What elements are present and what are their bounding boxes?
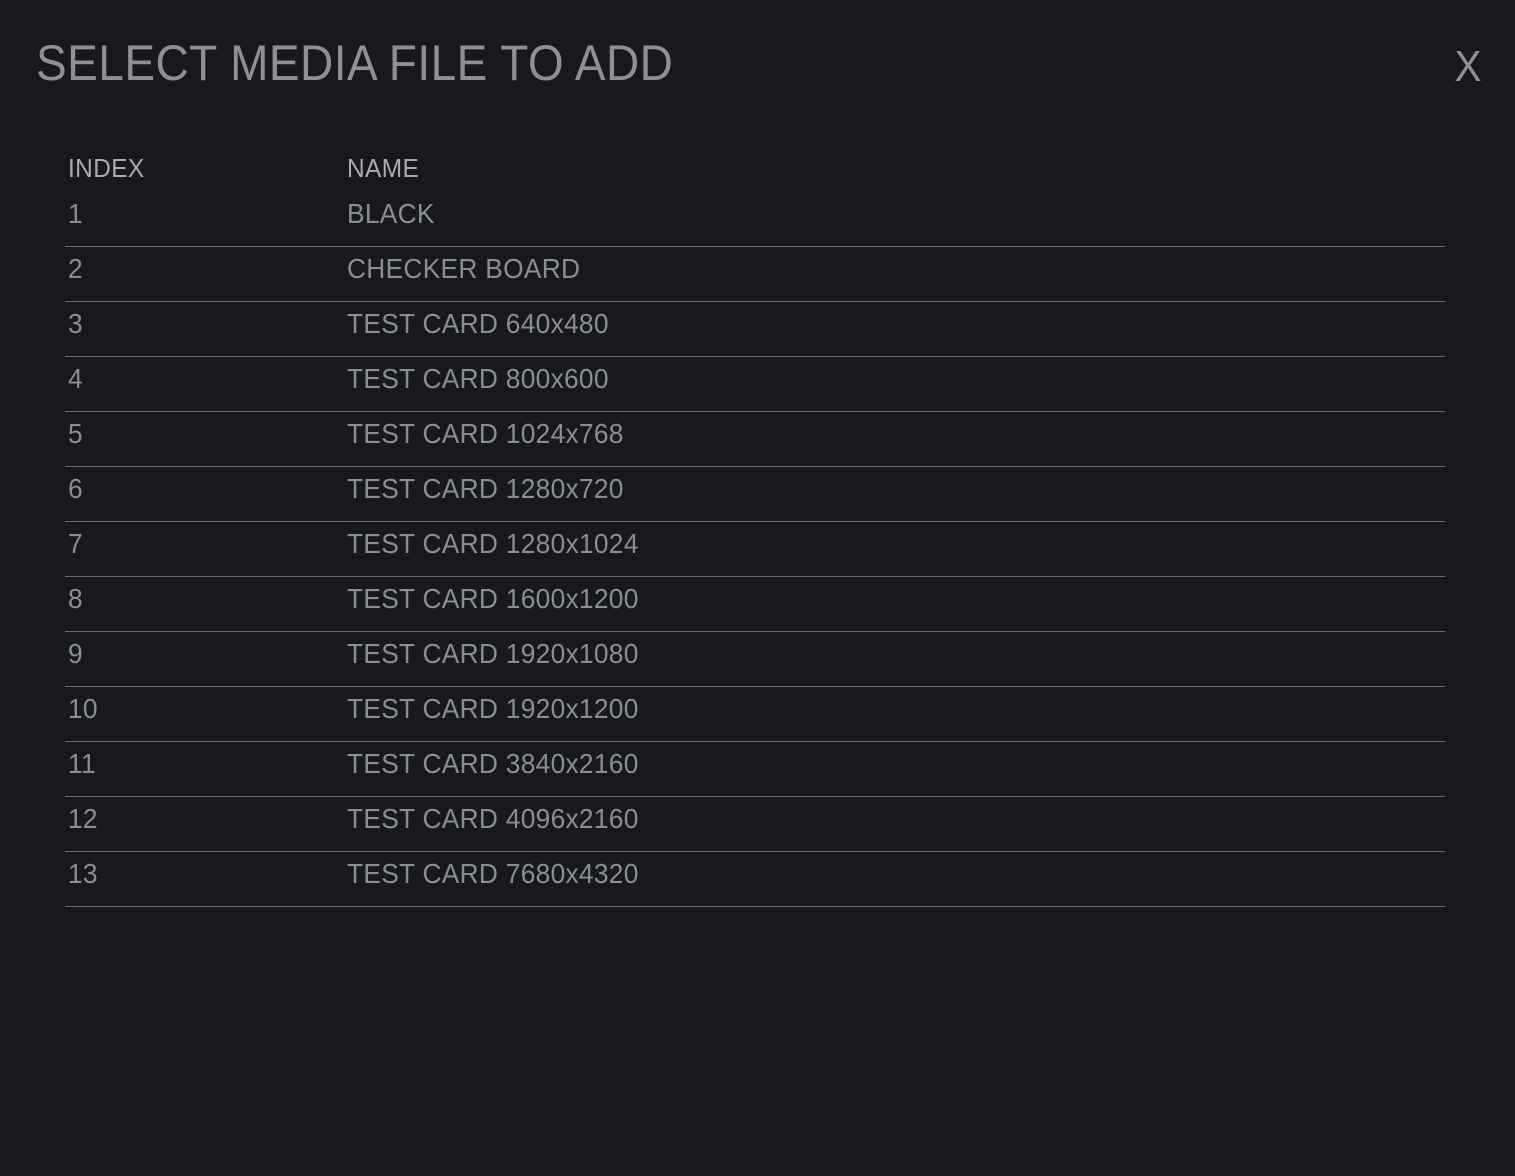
cell-name: TEST CARD 800x600 [347,363,609,394]
table-row[interactable]: 2 CHECKER BOARD [65,247,1445,302]
table-row[interactable]: 7 TEST CARD 1280x1024 [65,522,1445,577]
table-row[interactable]: 10 TEST CARD 1920x1200 [65,687,1445,742]
cell-index: 5 [68,418,83,449]
table-row[interactable]: 8 TEST CARD 1600x1200 [65,577,1445,632]
table-row[interactable]: 3 TEST CARD 640x480 [65,302,1445,357]
table-row[interactable]: 12 TEST CARD 4096x2160 [65,797,1445,852]
cell-name: TEST CARD 1280x1024 [347,528,639,559]
column-header-name: NAME [347,153,420,183]
table-row[interactable]: 5 TEST CARD 1024x768 [65,412,1445,467]
cell-name: TEST CARD 1280x720 [347,473,624,504]
table-row[interactable]: 11 TEST CARD 3840x2160 [65,742,1445,797]
cell-index: 4 [68,363,83,394]
table-row[interactable]: 9 TEST CARD 1920x1080 [65,632,1445,687]
cell-name: TEST CARD 1920x1200 [347,693,639,724]
dialog-header: SELECT MEDIA FILE TO ADD X [0,0,1515,132]
close-icon[interactable]: X [1444,38,1492,96]
cell-index: 8 [68,583,83,614]
cell-index: 2 [68,253,83,284]
cell-index: 7 [68,528,83,559]
table-row[interactable]: 6 TEST CARD 1280x720 [65,467,1445,522]
table-body: 1 BLACK 2 CHECKER BOARD 3 TEST CARD 640x480 4 T… [65,192,1445,907]
cell-index: 9 [68,638,83,669]
media-file-table: INDEX NAME 1 BLACK 2 CHECKER BOARD 3 TEST CAR… [65,152,1445,907]
cell-name: TEST CARD 640x480 [347,308,609,339]
cell-index: 12 [68,803,98,834]
cell-index: 10 [68,693,98,724]
cell-name: BLACK [347,198,435,229]
cell-name: CHECKER BOARD [347,253,581,284]
cell-name: TEST CARD 1024x768 [347,418,624,449]
table-row[interactable]: 4 TEST CARD 800x600 [65,357,1445,412]
media-file-dialog: SELECT MEDIA FILE TO ADD X INDEX NAME 1 B… [0,0,1515,1176]
cell-name: TEST CARD 1920x1080 [347,638,639,669]
table-header-row: INDEX NAME [65,152,1445,192]
page-title: SELECT MEDIA FILE TO ADD [36,35,674,91]
cell-index: 6 [68,473,83,504]
cell-name: TEST CARD 1600x1200 [347,583,639,614]
cell-index: 13 [68,858,98,889]
cell-name: TEST CARD 3840x2160 [347,748,639,779]
cell-name: TEST CARD 7680x4320 [347,858,639,889]
table-row[interactable]: 13 TEST CARD 7680x4320 [65,852,1445,907]
table-row[interactable]: 1 BLACK [65,192,1445,247]
cell-index: 3 [68,308,83,339]
column-header-index: INDEX [68,153,145,183]
cell-name: TEST CARD 4096x2160 [347,803,639,834]
cell-index: 11 [68,748,96,779]
cell-index: 1 [68,198,83,229]
